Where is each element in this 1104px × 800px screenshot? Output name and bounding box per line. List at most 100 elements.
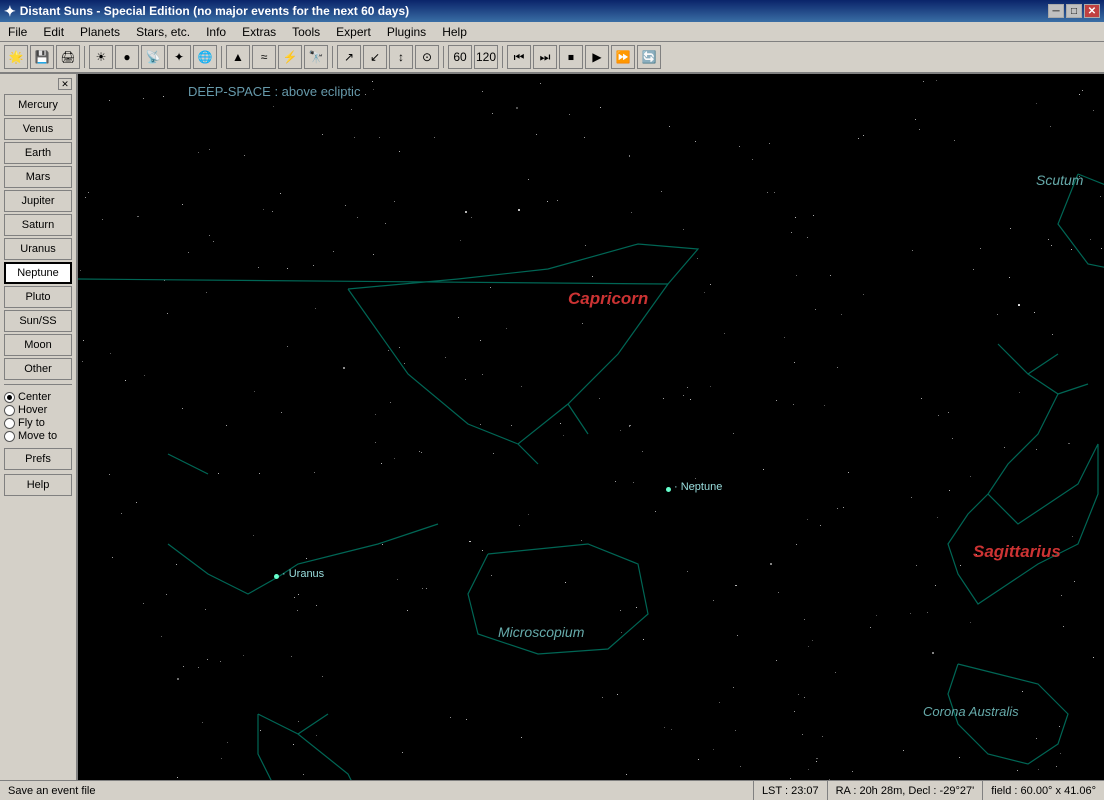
- star: [997, 314, 998, 315]
- toolbar-btn-fly3[interactable]: ↕: [389, 45, 413, 69]
- menu-item-extras[interactable]: Extras: [234, 22, 284, 41]
- star: [802, 734, 803, 735]
- toolbar-btn-prev[interactable]: ⏮: [507, 45, 531, 69]
- toolbar-btn-print[interactable]: 🖨: [56, 45, 80, 69]
- sidebar-btn-sun/ss[interactable]: Sun/SS: [4, 310, 72, 332]
- toolbar-btn-fly1[interactable]: ↗: [337, 45, 361, 69]
- sidebar-btn-venus[interactable]: Venus: [4, 118, 72, 140]
- toolbar-btn-icon2[interactable]: ≈: [252, 45, 276, 69]
- sidebar-btn-moon[interactable]: Moon: [4, 334, 72, 356]
- status-radec: RA : 20h 28m, Decl : -29°27': [828, 781, 984, 800]
- toolbar-btn-fly2[interactable]: ↙: [363, 45, 387, 69]
- star: [690, 399, 691, 400]
- star: [465, 211, 467, 213]
- sidebar-btn-saturn[interactable]: Saturn: [4, 214, 72, 236]
- sidebar-action-help[interactable]: Help: [4, 474, 72, 496]
- sidebar-btn-uranus[interactable]: Uranus: [4, 238, 72, 260]
- close-button[interactable]: ✕: [1084, 4, 1100, 18]
- star: [694, 485, 695, 486]
- title-bar-controls[interactable]: ─ □ ✕: [1048, 4, 1100, 18]
- toolbar-btn-new[interactable]: 🌟: [4, 45, 28, 69]
- toolbar-btn-sat[interactable]: 📡: [141, 45, 165, 69]
- star: [1051, 245, 1052, 246]
- star: [297, 610, 298, 611]
- toolbar-btn-moon[interactable]: ●: [115, 45, 139, 69]
- star: [798, 694, 799, 695]
- star: [796, 544, 797, 545]
- radio-fly-to[interactable]: Fly to: [4, 417, 72, 429]
- star: [776, 660, 777, 661]
- star: [402, 752, 403, 753]
- menu-item-file[interactable]: File: [0, 22, 35, 41]
- constellation-sagittarius: Sagittarius: [973, 542, 1061, 562]
- sidebar-btn-mercury[interactable]: Mercury: [4, 94, 72, 116]
- radio-center[interactable]: Center: [4, 391, 72, 403]
- toolbar-btn-stop[interactable]: ⏹: [559, 45, 583, 69]
- star: [970, 622, 971, 623]
- toolbar-btn-zoom60[interactable]: 60: [448, 45, 472, 69]
- star: [1022, 691, 1023, 692]
- star: [521, 737, 522, 738]
- toolbar-btn-skiprev[interactable]: ⏭: [533, 45, 557, 69]
- toolbar-btn-icon1[interactable]: ▲: [226, 45, 250, 69]
- toolbar-btn-ff[interactable]: ⏩: [611, 45, 635, 69]
- star: [592, 276, 593, 277]
- star: [528, 514, 529, 515]
- star: [813, 215, 814, 216]
- star: [837, 367, 838, 368]
- radio-move-to[interactable]: Move to: [4, 430, 72, 442]
- status-lst: LST : 23:07: [754, 781, 828, 800]
- star: [382, 544, 383, 545]
- radio-label: Fly to: [18, 417, 45, 429]
- radio-label: Center: [18, 391, 51, 403]
- star: [636, 607, 637, 608]
- toolbar-btn-star[interactable]: ✦: [167, 45, 191, 69]
- menu-item-planets[interactable]: Planets: [72, 22, 128, 41]
- toolbar-btn-save[interactable]: 💾: [30, 45, 54, 69]
- star: [260, 730, 261, 731]
- main-layout: ✕ MercuryVenusEarthMarsJupiterSaturnUranu…: [0, 74, 1104, 780]
- sidebar-btn-mars[interactable]: Mars: [4, 166, 72, 188]
- menu-item-expert[interactable]: Expert: [328, 22, 379, 41]
- minimize-button[interactable]: ─: [1048, 4, 1064, 18]
- star: [379, 137, 380, 138]
- star: [315, 308, 316, 309]
- star: [664, 727, 665, 728]
- toolbar-btn-icon3[interactable]: ⚡: [278, 45, 302, 69]
- toolbar-btn-loop[interactable]: 🔄: [637, 45, 661, 69]
- menu-item-plugins[interactable]: Plugins: [379, 22, 434, 41]
- menu-item-tools[interactable]: Tools: [284, 22, 328, 41]
- radio-circle: [4, 431, 15, 442]
- menu-item-edit[interactable]: Edit: [35, 22, 72, 41]
- star: [375, 414, 376, 415]
- toolbar-btn-globe[interactable]: 🌐: [193, 45, 217, 69]
- star: [830, 275, 831, 276]
- star: [824, 405, 825, 406]
- sky-view[interactable]: DEEP-SPACE : above ecliptic Capricorn Sa…: [78, 74, 1104, 780]
- restore-button[interactable]: □: [1066, 4, 1082, 18]
- sidebar-close-button[interactable]: ✕: [58, 78, 72, 90]
- sidebar-btn-neptune[interactable]: Neptune: [4, 262, 72, 284]
- radio-hover[interactable]: Hover: [4, 404, 72, 416]
- uranus-dot: [274, 574, 279, 579]
- sky-info-label: DEEP-SPACE : above ecliptic: [188, 84, 360, 99]
- sidebar-btn-earth[interactable]: Earth: [4, 142, 72, 164]
- menu-item-help[interactable]: Help: [434, 22, 475, 41]
- constellation-scutum: Scutum: [1036, 172, 1083, 188]
- star: [919, 129, 920, 130]
- toolbar-separator: [443, 46, 444, 68]
- star: [1036, 738, 1037, 739]
- menu-item-info[interactable]: Info: [198, 22, 234, 41]
- star: [563, 435, 564, 436]
- sidebar-action-prefs[interactable]: Prefs: [4, 448, 72, 470]
- star: [226, 425, 227, 426]
- toolbar-btn-sun[interactable]: ☀: [89, 45, 113, 69]
- sidebar-btn-pluto[interactable]: Pluto: [4, 286, 72, 308]
- toolbar-btn-play[interactable]: ▶: [585, 45, 609, 69]
- toolbar-btn-center[interactable]: ⊙: [415, 45, 439, 69]
- toolbar-btn-zoom120[interactable]: 120: [474, 45, 498, 69]
- sidebar-btn-jupiter[interactable]: Jupiter: [4, 190, 72, 212]
- sidebar-btn-other[interactable]: Other: [4, 358, 72, 380]
- toolbar-btn-scope[interactable]: 🔭: [304, 45, 328, 69]
- menu-item-starsetc[interactable]: Stars, etc.: [128, 22, 198, 41]
